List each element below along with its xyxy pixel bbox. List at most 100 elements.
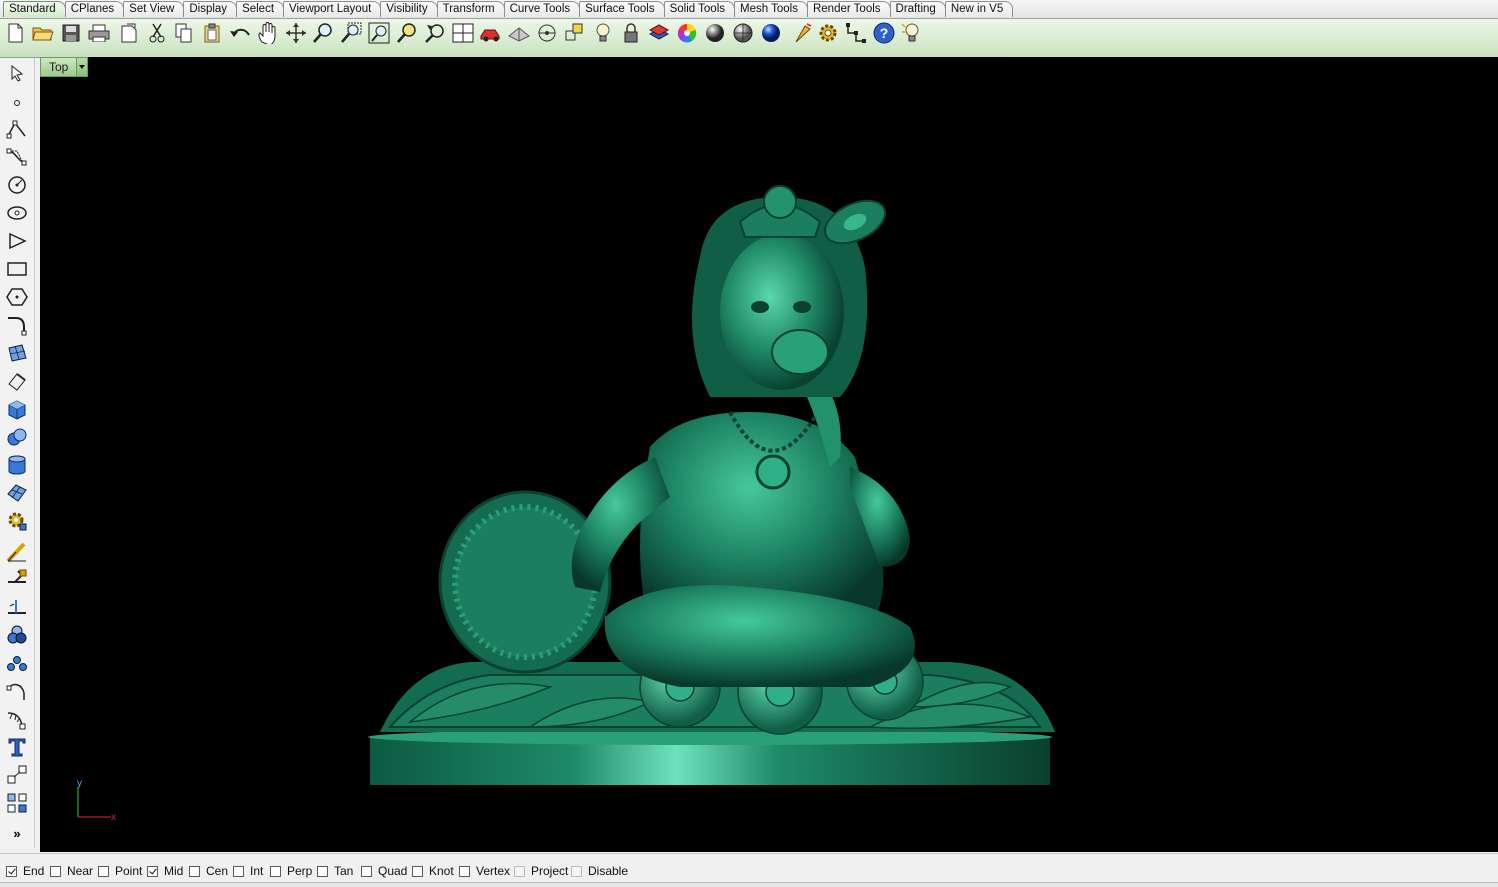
text-icon[interactable]	[5, 735, 29, 759]
osnap-point[interactable]: Point	[98, 864, 142, 878]
named-cplane-icon[interactable]	[507, 21, 531, 45]
zoom-extents-icon[interactable]	[367, 21, 391, 45]
tab-select[interactable]: Select	[236, 1, 285, 17]
rotate-view-icon[interactable]	[284, 21, 308, 45]
solid-union-icon[interactable]	[5, 623, 29, 647]
gear-transform-icon[interactable]	[5, 509, 29, 533]
trim-icon[interactable]	[5, 595, 29, 619]
osnap-perp-checkbox[interactable]	[270, 865, 281, 877]
viewport-menu-arrow-icon[interactable]	[76, 58, 88, 76]
osnap-cen[interactable]: Cen	[189, 864, 228, 878]
tab-solid-tools[interactable]: Solid Tools	[663, 1, 735, 17]
curve-tools-icon[interactable]	[5, 707, 29, 731]
osnap-near-checkbox[interactable]	[50, 865, 61, 877]
undo-view-icon[interactable]	[423, 21, 447, 45]
polygon-icon[interactable]	[5, 285, 29, 309]
help-icon[interactable]: ?	[872, 21, 896, 45]
undo-icon[interactable]	[228, 21, 252, 45]
light-icon[interactable]	[591, 21, 615, 45]
zoom-window-icon[interactable]	[339, 21, 363, 45]
rendered-sphere-icon[interactable]	[759, 21, 783, 45]
analyze-icon[interactable]	[5, 540, 29, 564]
osnap-near[interactable]: Near	[50, 864, 93, 878]
tab-surface-tools[interactable]: Surface Tools	[579, 1, 665, 17]
new-document-icon[interactable]	[3, 21, 27, 45]
select-arrow-icon[interactable]	[5, 61, 29, 85]
viewport-title[interactable]: Top	[41, 58, 77, 76]
grid-snap-icon[interactable]	[844, 21, 868, 45]
tab-viewport-layout[interactable]: Viewport Layout	[283, 1, 382, 17]
tab-render-tools[interactable]: Render Tools	[806, 1, 891, 17]
osnap-mid[interactable]: Mid	[147, 864, 183, 878]
shaded-sphere-icon[interactable]	[731, 21, 755, 45]
box-solid-icon[interactable]	[5, 397, 29, 421]
split-icon[interactable]	[5, 567, 29, 591]
pan-hand-icon[interactable]	[255, 21, 279, 45]
more-tools-button[interactable]: »	[5, 821, 29, 845]
tab-set-view[interactable]: Set View	[123, 1, 185, 17]
osnap-quad-checkbox[interactable]	[361, 865, 372, 877]
snap-icon[interactable]	[563, 21, 587, 45]
tab-visibility[interactable]: Visibility	[380, 1, 438, 17]
osnap-tan-checkbox[interactable]	[317, 865, 328, 877]
tab-standard[interactable]: Standard	[3, 1, 66, 17]
tab-mesh-tools[interactable]: Mesh Tools	[734, 1, 808, 17]
wireframe-sphere-icon[interactable]	[703, 21, 727, 45]
osnap-cen-checkbox[interactable]	[189, 865, 200, 877]
mesh-icon[interactable]	[5, 481, 29, 505]
tab-cplanes[interactable]: CPlanes	[64, 1, 125, 17]
ellipse-icon[interactable]	[5, 201, 29, 225]
osnap-disable-checkbox[interactable]	[571, 865, 582, 877]
osnap-point-checkbox[interactable]	[98, 865, 109, 877]
cut-icon[interactable]	[145, 21, 169, 45]
rotate-icon[interactable]	[5, 679, 29, 703]
osnap-project-checkbox[interactable]	[514, 865, 525, 877]
osnap-disable[interactable]: Disable	[571, 864, 628, 878]
lock-icon[interactable]	[619, 21, 643, 45]
open-folder-icon[interactable]	[31, 21, 55, 45]
top-viewport[interactable]: Top y x	[40, 57, 1498, 852]
four-viewports-icon[interactable]	[451, 21, 475, 45]
osnap-quad[interactable]: Quad	[361, 864, 407, 878]
osnap-end-checkbox[interactable]	[6, 865, 17, 877]
osnap-vertex[interactable]: Vertex	[459, 864, 510, 878]
tab-drafting[interactable]: Drafting	[889, 1, 946, 17]
statue-model[interactable]	[350, 127, 1080, 847]
copy-icon[interactable]	[172, 21, 196, 45]
paste-icon[interactable]	[200, 21, 224, 45]
options-gear-icon[interactable]	[816, 21, 840, 45]
osnap-project[interactable]: Project	[514, 864, 568, 878]
surface-icon[interactable]	[5, 341, 29, 365]
osnap-end[interactable]: End	[6, 864, 44, 878]
rectangle-icon[interactable]	[5, 257, 29, 281]
osnap-int[interactable]: Int	[233, 864, 263, 878]
osnap-mid-checkbox[interactable]	[147, 865, 158, 877]
cplane-icon[interactable]	[535, 21, 559, 45]
viewport-title-tab[interactable]: Top	[40, 57, 89, 77]
render-icon[interactable]	[791, 21, 815, 45]
scale-icon[interactable]	[5, 763, 29, 787]
osnap-int-checkbox[interactable]	[233, 865, 244, 877]
layer-icon[interactable]	[647, 21, 671, 45]
zoom-icon[interactable]	[311, 21, 335, 45]
print-icon[interactable]	[87, 21, 111, 45]
point-icon[interactable]	[5, 89, 29, 113]
named-view-icon[interactable]	[479, 21, 503, 45]
cylinder-icon[interactable]	[5, 453, 29, 477]
boolean-union-icon[interactable]	[5, 425, 29, 449]
array-icon[interactable]	[5, 651, 29, 675]
tab-display[interactable]: Display	[183, 1, 238, 17]
osnap-knot-checkbox[interactable]	[412, 865, 423, 877]
fillet-curve-icon[interactable]	[5, 313, 29, 337]
zoom-selected-icon[interactable]	[395, 21, 419, 45]
tab-new-in-v5[interactable]: New in V5	[944, 1, 1014, 17]
extrude-icon[interactable]	[5, 369, 29, 393]
tab-curve-tools[interactable]: Curve Tools	[503, 1, 581, 17]
import-icon[interactable]	[117, 21, 141, 45]
circle-icon[interactable]	[5, 173, 29, 197]
arc-icon[interactable]	[5, 229, 29, 253]
save-icon[interactable]	[59, 21, 83, 45]
tips-icon[interactable]	[899, 21, 923, 45]
properties-color-icon[interactable]	[675, 21, 699, 45]
curve-icon[interactable]	[5, 145, 29, 169]
